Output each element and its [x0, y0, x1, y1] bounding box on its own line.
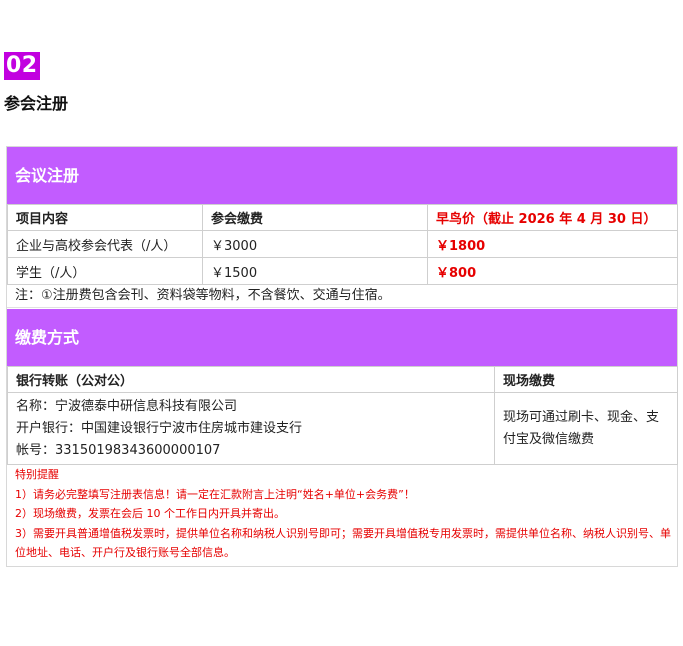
row-early-price: ￥800	[427, 257, 678, 285]
registration-heading: 会议注册	[7, 147, 677, 204]
row-fee: ￥1500	[202, 257, 428, 285]
row-item: 企业与高校参会代表（/人）	[7, 230, 203, 258]
bank-branch: 开户银行：中国建设银行宁波市住房城市建设支行	[16, 420, 303, 436]
bank-account: 帐号：33150198343600000107	[16, 442, 221, 458]
fee-table: 项目内容 参会缴费 早鸟价（截止 2026 年 4 月 30 日） 企业与高校参…	[7, 204, 678, 285]
section-number: 02	[4, 52, 40, 80]
bank-transfer-header: 银行转账（公对公）	[7, 366, 495, 393]
payment-table: 银行转账（公对公） 现场缴费 名称：宁波德泰中研信息科技有限公司 开户银行：中国…	[7, 366, 678, 465]
payment-header-row: 银行转账（公对公） 现场缴费	[7, 366, 678, 393]
column-header-fee: 参会缴费	[202, 204, 428, 231]
reminder-item: 1）请务必完整填写注册表信息！请一定在汇款附言上注明“姓名+单位+会务费”！	[15, 487, 415, 501]
reminder-title: 特别提醒	[15, 468, 59, 481]
fee-table-header: 项目内容 参会缴费 早鸟价（截止 2026 年 4 月 30 日）	[7, 204, 678, 231]
payment-heading: 缴费方式	[7, 309, 677, 366]
row-early-price: ￥1800	[427, 230, 678, 258]
column-header-early-bird: 早鸟价（截止 2026 年 4 月 30 日）	[427, 204, 678, 231]
payment-detail-row: 名称：宁波德泰中研信息科技有限公司 开户银行：中国建设银行宁波市住房城市建设支行…	[7, 392, 678, 465]
section-title: 参会注册	[4, 94, 69, 113]
special-reminder: 特别提醒 1）请务必完整填写注册表信息！请一定在汇款附言上注明“姓名+单位+会务…	[7, 465, 677, 563]
registration-note: 注：①注册费包含会刊、资料袋等物料，不含餐饮、交通与住宿。	[7, 284, 677, 308]
bank-details: 名称：宁波德泰中研信息科技有限公司 开户银行：中国建设银行宁波市住房城市建设支行…	[7, 392, 495, 465]
onsite-payment-header: 现场缴费	[494, 366, 678, 393]
reminder-item: 3）需要开具普通增值税发票时，提供单位名称和纳税人识别号即可；需要开具增值税专用…	[15, 526, 671, 560]
row-fee: ￥3000	[202, 230, 428, 258]
bank-name: 名称：宁波德泰中研信息科技有限公司	[16, 398, 238, 414]
registration-panel: 会议注册 项目内容 参会缴费 早鸟价（截止 2026 年 4 月 30 日） 企…	[6, 146, 678, 567]
reminder-item: 2）现场缴费，发票在会后 10 个工作日内开具并寄出。	[15, 507, 285, 520]
row-item: 学生（/人）	[7, 257, 203, 285]
table-row: 学生（/人） ￥1500 ￥800	[7, 257, 678, 285]
table-row: 企业与高校参会代表（/人） ￥3000 ￥1800	[7, 230, 678, 258]
column-header-item: 项目内容	[7, 204, 203, 231]
onsite-payment-text: 现场可通过刷卡、现金、支付宝及微信缴费	[494, 392, 678, 465]
